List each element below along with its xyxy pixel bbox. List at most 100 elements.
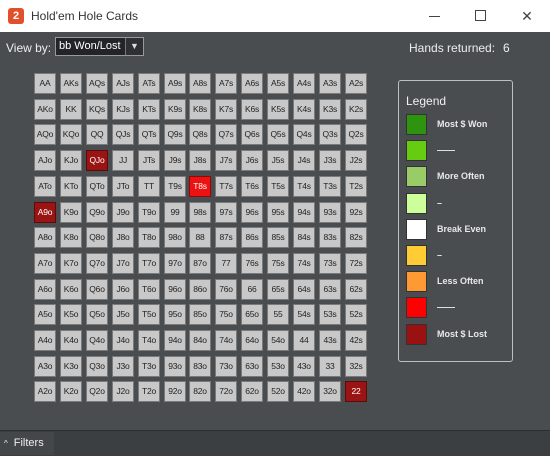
- hand-cell[interactable]: K5s: [267, 99, 289, 120]
- hand-cell[interactable]: 55: [267, 304, 289, 325]
- hand-cell[interactable]: K5o: [60, 304, 82, 325]
- hand-cell[interactable]: QTs: [138, 124, 160, 145]
- hand-cell[interactable]: A6s: [241, 73, 263, 94]
- hand-cell[interactable]: 85o: [189, 304, 211, 325]
- hand-cell[interactable]: 66: [241, 279, 263, 300]
- hand-cell[interactable]: K9s: [164, 99, 186, 120]
- hand-cell[interactable]: 95o: [164, 304, 186, 325]
- hand-cell[interactable]: 22: [345, 381, 367, 402]
- hand-cell[interactable]: ATo: [34, 176, 56, 197]
- hand-cell[interactable]: Q7s: [215, 124, 237, 145]
- hand-cell[interactable]: 44: [293, 330, 315, 351]
- hand-cell[interactable]: K6s: [241, 99, 263, 120]
- hand-cell[interactable]: QTo: [86, 176, 108, 197]
- hand-cell[interactable]: 87o: [189, 253, 211, 274]
- hand-cell[interactable]: 98o: [164, 227, 186, 248]
- hand-cell[interactable]: J4o: [112, 330, 134, 351]
- hand-cell[interactable]: 83s: [319, 227, 341, 248]
- hand-cell[interactable]: 75s: [267, 253, 289, 274]
- chevron-down-icon[interactable]: ▼: [125, 38, 143, 55]
- hand-cell[interactable]: 85s: [267, 227, 289, 248]
- hand-cell[interactable]: T8s: [189, 176, 211, 197]
- hand-cell[interactable]: T5s: [267, 176, 289, 197]
- hand-cell[interactable]: A7s: [215, 73, 237, 94]
- hand-cell[interactable]: Q5o: [86, 304, 108, 325]
- hand-cell[interactable]: J6s: [241, 150, 263, 171]
- hand-cell[interactable]: J8s: [189, 150, 211, 171]
- hand-cell[interactable]: 88: [189, 227, 211, 248]
- hand-cell[interactable]: 42s: [345, 330, 367, 351]
- hand-cell[interactable]: Q7o: [86, 253, 108, 274]
- hand-cell[interactable]: 75o: [215, 304, 237, 325]
- hand-cell[interactable]: A2s: [345, 73, 367, 94]
- minimize-button[interactable]: [412, 0, 458, 32]
- hand-cell[interactable]: Q2o: [86, 381, 108, 402]
- hand-cell[interactable]: A7o: [34, 253, 56, 274]
- hand-cell[interactable]: J2o: [112, 381, 134, 402]
- hand-cell[interactable]: JTs: [138, 150, 160, 171]
- hand-cell[interactable]: 92s: [345, 202, 367, 223]
- hand-cell[interactable]: J3o: [112, 356, 134, 377]
- hand-cell[interactable]: K2s: [345, 99, 367, 120]
- hand-cell[interactable]: 87s: [215, 227, 237, 248]
- hand-cell[interactable]: T5o: [138, 304, 160, 325]
- hand-cell[interactable]: A4s: [293, 73, 315, 94]
- hand-cell[interactable]: 32o: [319, 381, 341, 402]
- hand-cell[interactable]: KK: [60, 99, 82, 120]
- hand-cell[interactable]: Q3o: [86, 356, 108, 377]
- hand-cell[interactable]: 62s: [345, 279, 367, 300]
- hand-cell[interactable]: 64o: [241, 330, 263, 351]
- filters-toggle-button[interactable]: ^ Filters: [0, 432, 54, 455]
- hand-cell[interactable]: Q8o: [86, 227, 108, 248]
- hand-cell[interactable]: 76s: [241, 253, 263, 274]
- hand-cell[interactable]: J5o: [112, 304, 134, 325]
- hand-cell[interactable]: 77: [215, 253, 237, 274]
- hand-cell[interactable]: T3s: [319, 176, 341, 197]
- hand-cell[interactable]: J8o: [112, 227, 134, 248]
- hand-cell[interactable]: AQo: [34, 124, 56, 145]
- hand-cell[interactable]: AQs: [86, 73, 108, 94]
- hand-cell[interactable]: KTs: [138, 99, 160, 120]
- hand-cell[interactable]: 54o: [267, 330, 289, 351]
- hand-cell[interactable]: 73s: [319, 253, 341, 274]
- hand-cell[interactable]: 84s: [293, 227, 315, 248]
- hand-cell[interactable]: 86o: [189, 279, 211, 300]
- hand-cell[interactable]: 92o: [164, 381, 186, 402]
- hand-cell[interactable]: Q4s: [293, 124, 315, 145]
- hand-cell[interactable]: AJo: [34, 150, 56, 171]
- hand-cell[interactable]: K6o: [60, 279, 82, 300]
- hand-cell[interactable]: Q8s: [189, 124, 211, 145]
- hand-cell[interactable]: J7o: [112, 253, 134, 274]
- hand-cell[interactable]: 63s: [319, 279, 341, 300]
- hand-cell[interactable]: 82o: [189, 381, 211, 402]
- hand-cell[interactable]: A9s: [164, 73, 186, 94]
- hand-cell[interactable]: 72o: [215, 381, 237, 402]
- hand-cell[interactable]: Q2s: [345, 124, 367, 145]
- hand-cell[interactable]: T7o: [138, 253, 160, 274]
- hand-cell[interactable]: J5s: [267, 150, 289, 171]
- hand-cell[interactable]: JTo: [112, 176, 134, 197]
- hand-cell[interactable]: A9o: [34, 202, 56, 223]
- hand-cell[interactable]: K9o: [60, 202, 82, 223]
- hand-cell[interactable]: 94s: [293, 202, 315, 223]
- hand-cell[interactable]: Q5s: [267, 124, 289, 145]
- hand-cell[interactable]: 52o: [267, 381, 289, 402]
- hand-cell[interactable]: K4s: [293, 99, 315, 120]
- hand-cell[interactable]: QJo: [86, 150, 108, 171]
- hand-cell[interactable]: QJs: [112, 124, 134, 145]
- hand-cell[interactable]: T7s: [215, 176, 237, 197]
- hand-cell[interactable]: QQ: [86, 124, 108, 145]
- hand-cell[interactable]: 94o: [164, 330, 186, 351]
- hand-cell[interactable]: 98s: [189, 202, 211, 223]
- hand-cell[interactable]: AKs: [60, 73, 82, 94]
- hand-cell[interactable]: Q4o: [86, 330, 108, 351]
- hand-cell[interactable]: J2s: [345, 150, 367, 171]
- hand-cell[interactable]: Q3s: [319, 124, 341, 145]
- hand-cell[interactable]: 33: [319, 356, 341, 377]
- hand-cell[interactable]: A5o: [34, 304, 56, 325]
- maximize-button[interactable]: [458, 0, 504, 32]
- hand-cell[interactable]: KTo: [60, 176, 82, 197]
- hand-cell[interactable]: KQs: [86, 99, 108, 120]
- close-button[interactable]: ✕: [504, 0, 550, 32]
- hand-cell[interactable]: A3o: [34, 356, 56, 377]
